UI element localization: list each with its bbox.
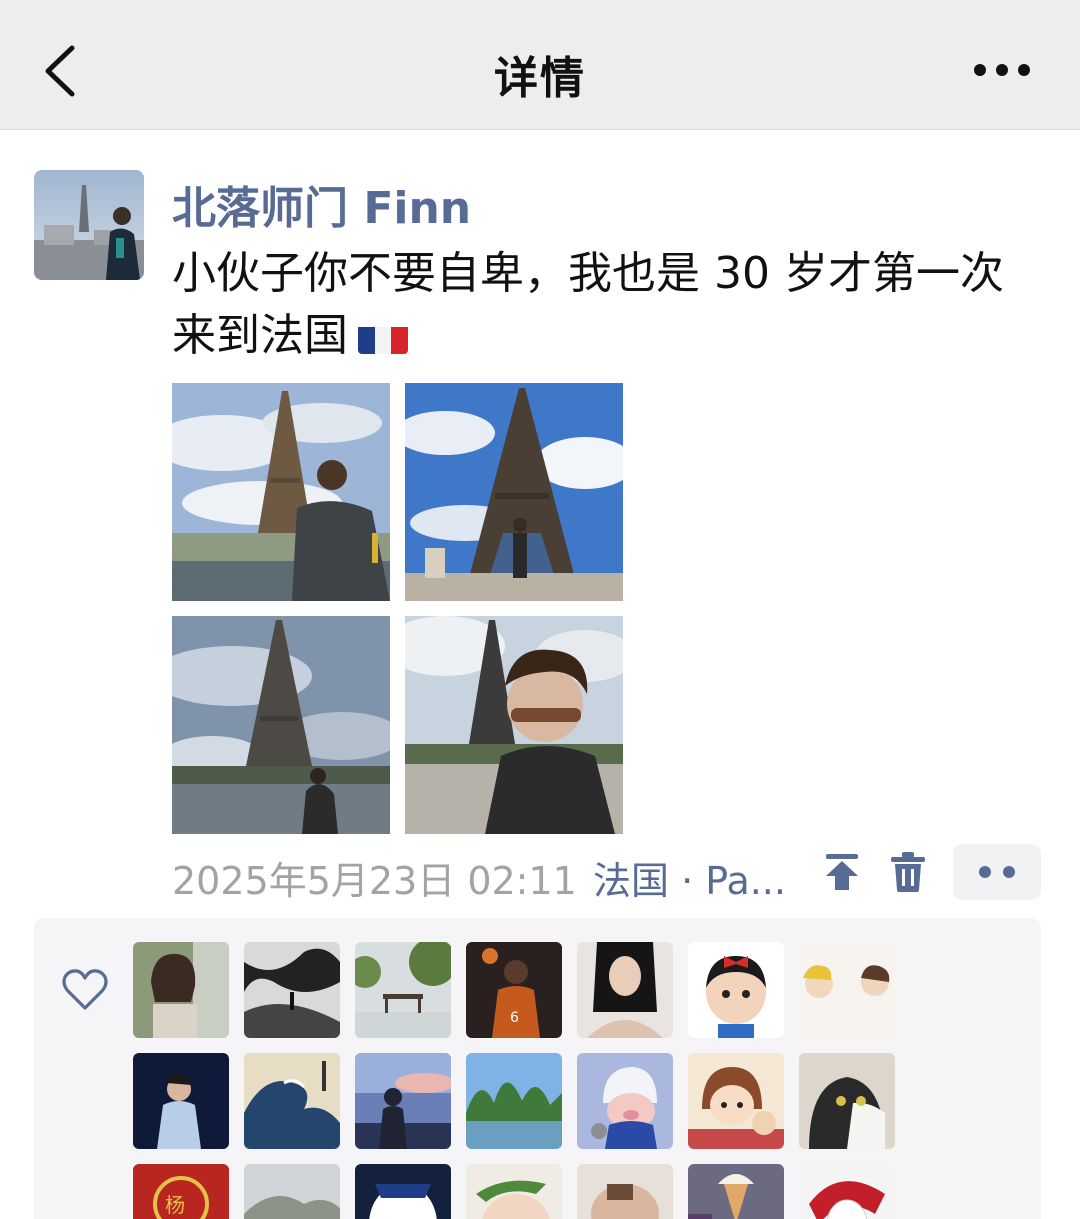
liker-avatar[interactable] bbox=[244, 1164, 340, 1219]
post-location[interactable]: 法国 · Pa... bbox=[593, 850, 786, 905]
comment-action-dots-icon bbox=[979, 866, 1015, 878]
liker-avatar[interactable] bbox=[133, 942, 229, 1038]
liker-avatar[interactable]: 6 bbox=[466, 942, 562, 1038]
liker-avatar[interactable] bbox=[799, 1053, 895, 1149]
liker-avatar[interactable] bbox=[133, 1053, 229, 1149]
page-title: 详情 bbox=[494, 53, 586, 104]
france-flag-icon bbox=[358, 318, 408, 354]
pin-top-icon[interactable] bbox=[822, 852, 862, 892]
post-text-line-2-label: 来到法国 bbox=[172, 310, 348, 361]
post-photo-4[interactable] bbox=[405, 616, 623, 834]
liker-avatar[interactable] bbox=[688, 942, 784, 1038]
author-name[interactable]: 北落师门 Finn bbox=[172, 172, 471, 236]
liker-avatar[interactable]: 杨 bbox=[133, 1164, 229, 1219]
liker-avatar[interactable] bbox=[577, 942, 673, 1038]
liker-avatar[interactable] bbox=[466, 1053, 562, 1149]
comment-action-button[interactable] bbox=[953, 844, 1041, 900]
heart-outline-icon bbox=[62, 969, 108, 1010]
more-dots-icon[interactable] bbox=[972, 58, 1032, 82]
likes-panel: 6 杨 bbox=[34, 918, 1041, 1219]
svg-text:6: 6 bbox=[510, 1010, 519, 1026]
liker-avatar[interactable] bbox=[577, 1164, 673, 1219]
liker-avatar[interactable] bbox=[799, 1164, 895, 1219]
navigation-bar: 详情 bbox=[0, 0, 1080, 130]
svg-text:杨: 杨 bbox=[165, 1193, 185, 1217]
post-text-line-1: 小伙子你不要自卑，我也是 30 岁才第一次 bbox=[172, 248, 1004, 299]
liker-avatar[interactable] bbox=[355, 942, 451, 1038]
liker-avatar[interactable] bbox=[244, 1053, 340, 1149]
post-timestamp: 2025年5月23日 02:11 bbox=[172, 859, 577, 903]
post-text: 小伙子你不要自卑，我也是 30 岁才第一次 来到法国 bbox=[172, 243, 1052, 367]
liker-avatar[interactable] bbox=[355, 1053, 451, 1149]
liker-avatar[interactable] bbox=[355, 1164, 451, 1219]
liker-avatar[interactable] bbox=[688, 1053, 784, 1149]
author-avatar[interactable] bbox=[34, 170, 144, 280]
liker-avatar[interactable] bbox=[244, 942, 340, 1038]
liker-avatar[interactable] bbox=[577, 1053, 673, 1149]
post-photo-1[interactable] bbox=[172, 383, 390, 601]
post-photo-2[interactable] bbox=[405, 383, 623, 601]
post-photo-3[interactable] bbox=[172, 616, 390, 834]
trash-icon[interactable] bbox=[890, 852, 926, 892]
liker-avatar[interactable] bbox=[688, 1164, 784, 1219]
liker-avatar[interactable] bbox=[799, 942, 895, 1038]
post-text-line-2: 来到法国 bbox=[172, 305, 1052, 367]
liker-avatar[interactable] bbox=[466, 1164, 562, 1219]
